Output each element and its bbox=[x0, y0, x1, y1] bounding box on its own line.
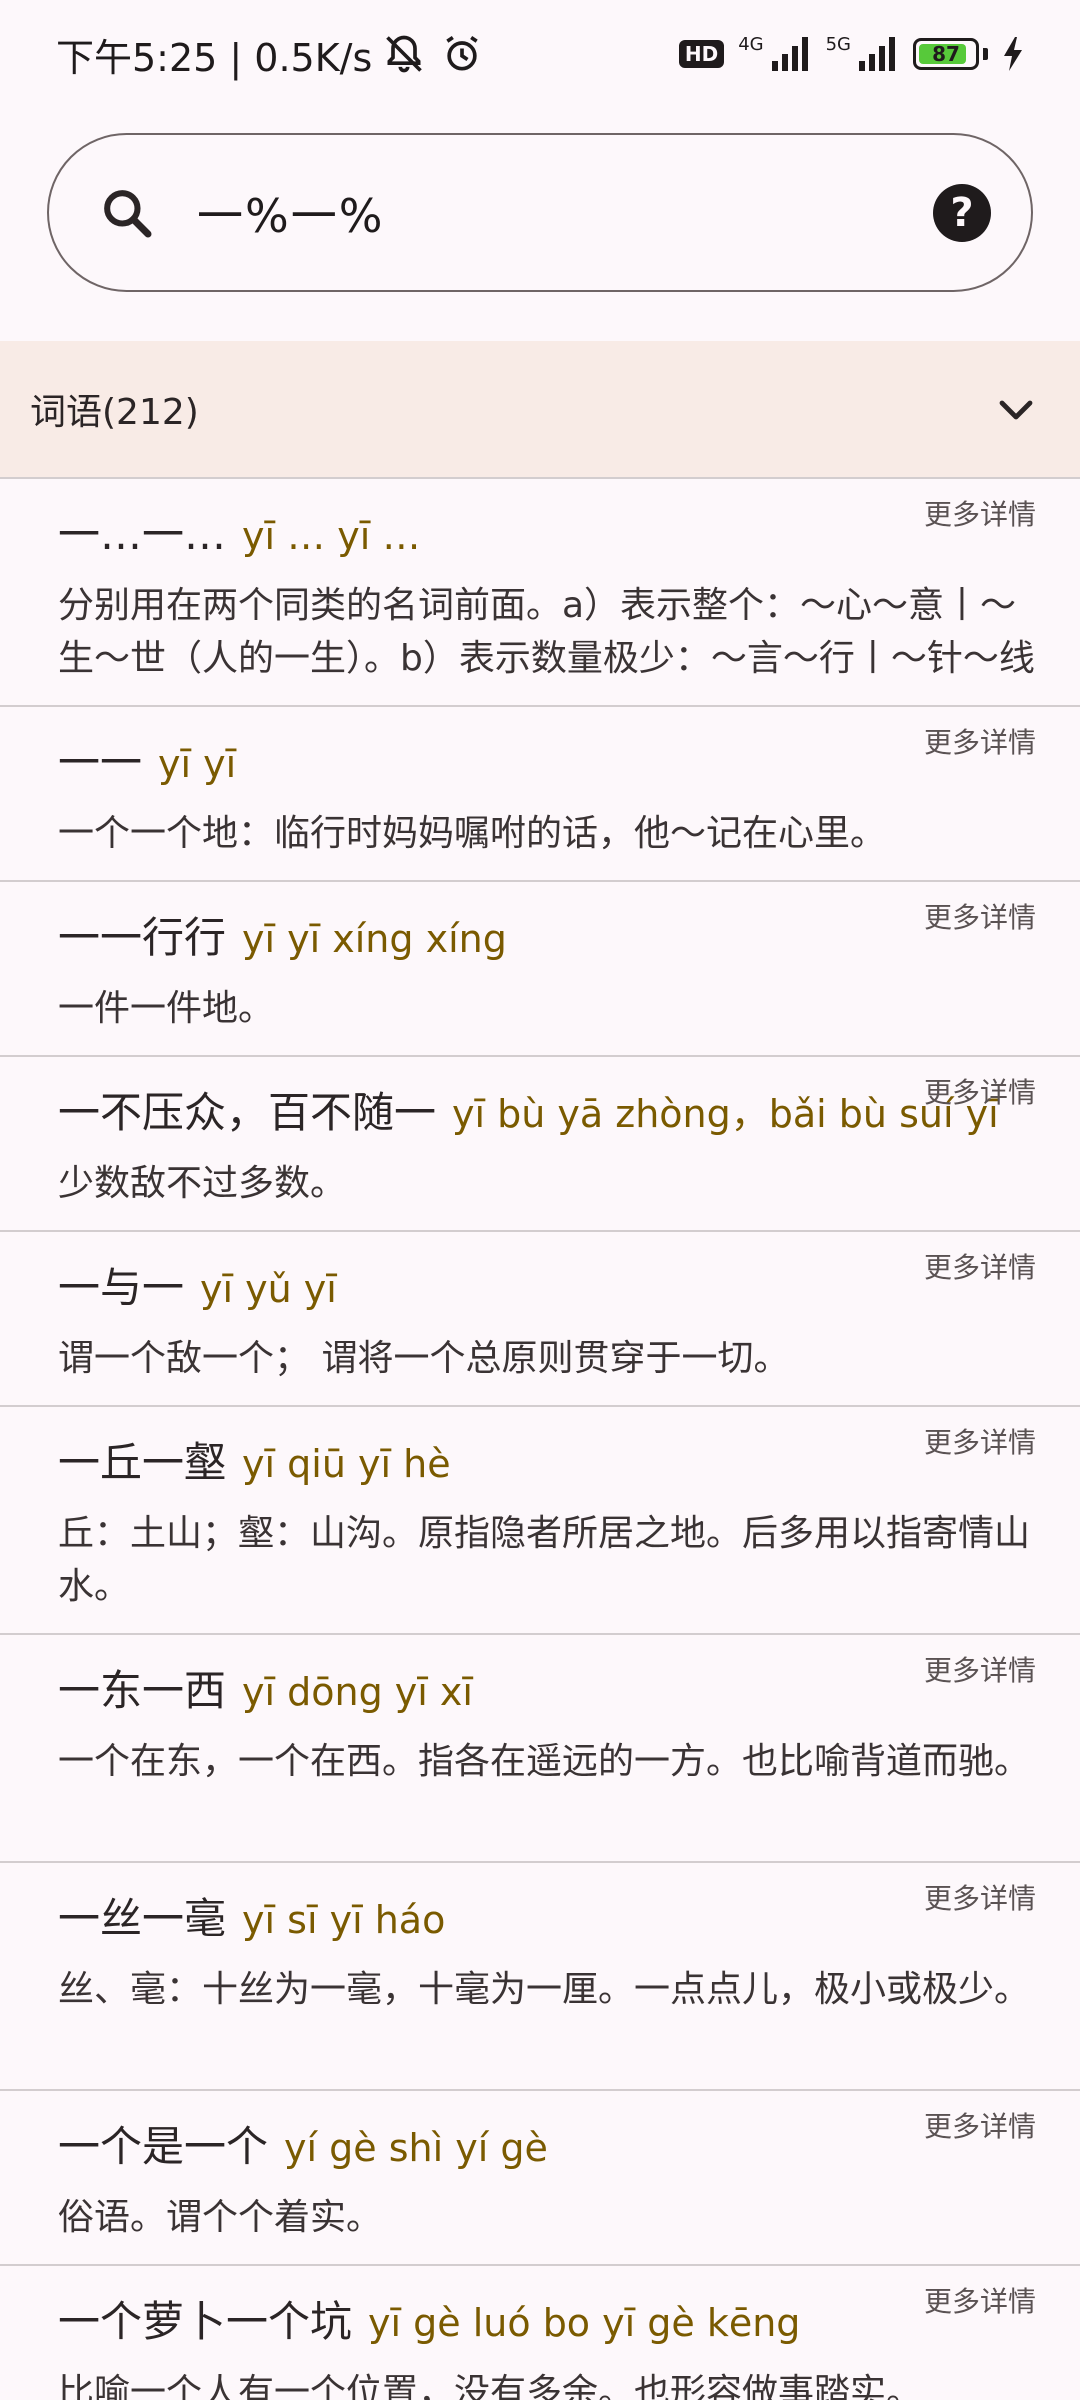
entry-head: 一丝一毫 yī sī yī háo bbox=[58, 1863, 1036, 1951]
status-left: 下午5:25 | 0.5K/s bbox=[56, 27, 484, 82]
entry-word: 一一行行 bbox=[58, 913, 227, 962]
entry-pinyin: yí gè shì yí gè bbox=[284, 2126, 548, 2170]
list-item[interactable]: 更多详情 一一行行 yī yī xíng xíng 一件一件地。 bbox=[0, 880, 1080, 1055]
entry-definition: 丘：土山；壑：山沟。原指隐者所居之地。后多用以指寄情山水。 bbox=[58, 1513, 1031, 1607]
entry-pinyin: yī bù yā zhòng，bǎi bù suí yī bbox=[452, 1092, 999, 1136]
status-time-speed: 下午5:25 | 0.5K/s bbox=[56, 35, 373, 80]
entry-definition: 一个一个地：临行时妈妈嘱咐的话，他～记在心里。 bbox=[58, 813, 887, 854]
signal-icon bbox=[859, 37, 895, 71]
section-title: 词语(212) bbox=[30, 392, 199, 433]
list-item[interactable]: 更多详情 一个是一个 yí gè shì yí gè 俗语。谓个个着实。 bbox=[0, 2089, 1080, 2264]
list-item[interactable]: 更多详情 一丘一壑 yī qiū yī hè 丘：土山；壑：山沟。原指隐者所居之地。后… bbox=[0, 1405, 1080, 1633]
signal-icon bbox=[771, 37, 808, 71]
battery-icon: 87 bbox=[913, 38, 979, 70]
search-icon[interactable] bbox=[99, 185, 155, 241]
more-details-link[interactable]: 更多详情 bbox=[924, 1246, 1036, 1286]
entry-word: 一丝一毫 bbox=[58, 1894, 227, 1943]
entry-word: 一不压众，百不随一 bbox=[58, 1088, 437, 1137]
more-details-link[interactable]: 更多详情 bbox=[924, 2105, 1036, 2145]
entry-word: 一丘一壑 bbox=[58, 1438, 227, 1487]
entry-definition: 比喻一个人有一个位置，没有多余。也形容做事踏实。 bbox=[58, 2372, 923, 2400]
more-details-link[interactable]: 更多详情 bbox=[924, 1421, 1036, 1461]
list-item[interactable]: 更多详情 一个萝卜一个坑 yī gè luó bo yī gè kēng 比喻一个人有… bbox=[0, 2264, 1080, 2400]
list-item[interactable]: 更多详情 一不压众，百不随一 yī bù yā zhòng，bǎi bù suí y… bbox=[0, 1055, 1080, 1230]
chevron-down-icon[interactable] bbox=[992, 385, 1040, 433]
entry-definition: 一个在东，一个在西。指各在遥远的一方。也比喻背道而驰。 bbox=[58, 1741, 1031, 1782]
more-details-link[interactable]: 更多详情 bbox=[924, 493, 1036, 533]
entry-definition: 少数敌不过多数。 bbox=[58, 1163, 347, 1204]
list-item[interactable]: 更多详情 一丝一毫 yī sī yī háo 丝、毫：十丝为一毫，十毫为一厘。一点点儿… bbox=[0, 1861, 1080, 2089]
mute-bell-icon bbox=[386, 35, 423, 73]
entry-word: 一…一… bbox=[58, 510, 227, 559]
more-details-link[interactable]: 更多详情 bbox=[924, 1649, 1036, 1689]
status-right: HD 4G 5G 87 bbox=[678, 33, 1024, 75]
entry-word: 一与一 bbox=[58, 1263, 185, 1312]
entry-pinyin: yī qiū yī hè bbox=[242, 1442, 451, 1486]
entry-word: 一东一西 bbox=[58, 1666, 227, 1715]
entry-pinyin: yī yī bbox=[158, 742, 237, 786]
charging-bolt-icon bbox=[1004, 37, 1022, 71]
search-input[interactable]: 一%一% bbox=[197, 180, 933, 246]
entry-pinyin: yī yǔ yī bbox=[200, 1267, 337, 1311]
entry-definition: 丝、毫：十丝为一毫，十毫为一厘。一点点儿，极小或极少。 bbox=[58, 1969, 1031, 2010]
entry-definition: 俗语。谓个个着实。 bbox=[58, 2197, 383, 2238]
entry-head: 一一行行 yī yī xíng xíng bbox=[58, 882, 1036, 970]
entry-head: 一个是一个 yí gè shì yí gè bbox=[58, 2091, 1036, 2179]
more-details-link[interactable]: 更多详情 bbox=[924, 721, 1036, 761]
more-details-link[interactable]: 更多详情 bbox=[924, 2280, 1036, 2320]
more-details-link[interactable]: 更多详情 bbox=[924, 1877, 1036, 1917]
entry-pinyin: yī gè luó bo yī gè kēng bbox=[368, 2301, 801, 2345]
entry-word: 一一 bbox=[58, 738, 143, 787]
list-item[interactable]: 更多详情 一东一西 yī dōng yī xī 一个在东，一个在西。指各在遥远的一方。… bbox=[0, 1633, 1080, 1861]
entry-head: 一不压众，百不随一 yī bù yā zhòng，bǎi bù suí yī bbox=[58, 1057, 1036, 1145]
entry-pinyin: yī yī xíng xíng bbox=[242, 917, 507, 961]
more-details-link[interactable]: 更多详情 bbox=[924, 896, 1036, 936]
status-bar: 下午5:25 | 0.5K/s HD 4G 5G 87 bbox=[0, 0, 1080, 108]
status-icons-left bbox=[382, 32, 484, 76]
entry-head: 一…一… yī … yī … bbox=[58, 479, 1036, 567]
battery-tip bbox=[983, 48, 988, 60]
search-bar[interactable]: 一%一% ? bbox=[47, 133, 1033, 292]
entry-head: 一个萝卜一个坑 yī gè luó bo yī gè kēng bbox=[58, 2266, 1036, 2354]
hd-badge: HD bbox=[678, 40, 725, 68]
alarm-clock-icon bbox=[446, 35, 478, 71]
entry-pinyin: yī sī yī háo bbox=[242, 1898, 446, 1942]
more-details-link[interactable]: 更多详情 bbox=[924, 1071, 1036, 1111]
help-icon[interactable]: ? bbox=[933, 183, 991, 242]
entry-head: 一与一 yī yǔ yī bbox=[58, 1232, 1036, 1320]
entry-definition: 一件一件地。 bbox=[58, 988, 275, 1029]
network-label-4g: 4G bbox=[738, 33, 764, 55]
network-label-5g: 5G bbox=[825, 33, 851, 55]
entry-word: 一个萝卜一个坑 bbox=[58, 2297, 353, 2346]
entry-definition: 谓一个敌一个； 谓将一个总原则贯穿于一切。 bbox=[58, 1338, 790, 1379]
entry-head: 一东一西 yī dōng yī xī bbox=[58, 1635, 1036, 1723]
list-item[interactable]: 更多详情 一与一 yī yǔ yī 谓一个敌一个； 谓将一个总原则贯穿于一切。 bbox=[0, 1230, 1080, 1405]
list-item[interactable]: 更多详情 一…一… yī … yī … 分别用在两个同类的名词前面。a）表示整个：～心… bbox=[0, 477, 1080, 705]
battery-level: 87 bbox=[932, 42, 960, 66]
section-header-words[interactable]: 词语(212) bbox=[0, 341, 1080, 477]
list-item[interactable]: 更多详情 一一 yī yī 一个一个地：临行时妈妈嘱咐的话，他～记在心里。 bbox=[0, 705, 1080, 880]
entry-head: 一丘一壑 yī qiū yī hè bbox=[58, 1407, 1036, 1495]
entry-pinyin: yī dōng yī xī bbox=[242, 1670, 473, 1714]
entry-word: 一个是一个 bbox=[58, 2122, 269, 2171]
entry-pinyin: yī … yī … bbox=[242, 514, 421, 558]
results-list: 更多详情 一…一… yī … yī … 分别用在两个同类的名词前面。a）表示整个：～心… bbox=[0, 477, 1080, 2400]
entry-definition: 分别用在两个同类的名词前面。a）表示整个：～心～意丨～生～世（人的一生）。b）表… bbox=[58, 585, 1035, 679]
entry-head: 一一 yī yī bbox=[58, 707, 1036, 795]
